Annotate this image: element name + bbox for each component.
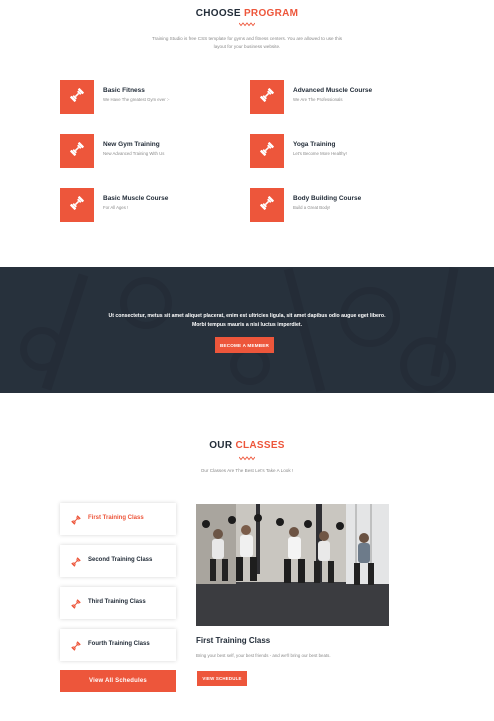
cta-banner: Ut consectetur, metus sit amet aliquet p…: [0, 267, 494, 393]
wave-divider-icon: [0, 456, 494, 461]
program-item-title: Yoga Training: [293, 141, 336, 148]
become-member-button[interactable]: BECOME A MEMBER: [215, 337, 274, 353]
dumbbell-icon: [68, 86, 86, 109]
dumbbell-icon: [258, 140, 276, 163]
program-item-title: Body Building Course: [293, 195, 362, 202]
program-item[interactable]: Basic Fitness We Have The greatest Gym ev…: [60, 80, 260, 114]
program-item-description: For All Ages !: [103, 205, 129, 210]
class-tab[interactable]: Fourth Training Class: [60, 629, 176, 661]
program-description: Training Studio is free CSS template for…: [151, 36, 343, 49]
view-all-schedules-button[interactable]: View All Schedules: [60, 670, 176, 692]
dumbbell-icon: [70, 555, 82, 573]
cta-overlay: [0, 267, 494, 393]
program-item-title: Basic Fitness: [103, 87, 145, 94]
program-item[interactable]: Body Building Course Build a Great Body!: [250, 188, 450, 222]
wave-divider-icon: [0, 22, 494, 27]
classes-title-accent: CLASSES: [235, 440, 285, 451]
class-tab-label: Second Training Class: [88, 557, 153, 563]
class-tab[interactable]: First Training Class: [60, 503, 176, 535]
cta-text: Ut consectetur, metus sit amet aliquet p…: [80, 312, 414, 329]
class-tab-label: Fourth Training Class: [88, 641, 150, 647]
class-tab[interactable]: Second Training Class: [60, 545, 176, 577]
classes-description: Our Classes Are The Best Let's Take A Lo…: [200, 468, 294, 473]
program-title-plain: CHOOSE: [195, 8, 241, 19]
dumbbell-icon: [70, 513, 82, 531]
class-tab[interactable]: Third Training Class: [60, 587, 176, 619]
program-icon-box: [250, 80, 284, 114]
classes-title-plain: OUR: [209, 440, 233, 451]
program-icon-box: [60, 188, 94, 222]
program-icon-box: [250, 188, 284, 222]
program-icon-box: [250, 134, 284, 168]
program-item[interactable]: Yoga Training Let's Become More Healthy!: [250, 134, 450, 168]
program-item-description: New Advanced Training With Us: [103, 151, 165, 156]
cta-line-1: Ut consectetur, metus sit amet aliquet p…: [108, 313, 386, 319]
program-item-title: New Gym Training: [103, 141, 160, 148]
class-detail-description: Bring your best self, your best friends …: [196, 653, 331, 658]
program-icon-box: [60, 80, 94, 114]
program-item[interactable]: New Gym Training New Advanced Training Wi…: [60, 134, 260, 168]
program-item-title: Advanced Muscle Course: [293, 87, 373, 94]
program-item-description: We Have The greatest Gym ever :-: [103, 97, 170, 102]
dumbbell-icon: [70, 597, 82, 615]
program-item-description: We Are The Professionals: [293, 97, 343, 102]
program-icon-box: [60, 134, 94, 168]
dumbbell-icon: [68, 140, 86, 163]
program-item[interactable]: Basic Muscle Course For All Ages !: [60, 188, 260, 222]
program-section-title: CHOOSE PROGRAM: [0, 8, 494, 19]
dumbbell-icon: [70, 639, 82, 657]
view-schedule-button[interactable]: VIEW SCHEDULE: [197, 671, 247, 686]
program-item-description: Let's Become More Healthy!: [293, 151, 347, 156]
class-detail-title: First Training Class: [196, 636, 271, 645]
dumbbell-icon: [68, 194, 86, 217]
class-photo: [196, 504, 389, 626]
dumbbell-icon: [258, 194, 276, 217]
cta-line-2: Morbi tempus mauris a nisi luctus imperd…: [191, 321, 303, 328]
program-item[interactable]: Advanced Muscle Course We Are The Profess…: [250, 80, 450, 114]
program-item-title: Basic Muscle Course: [103, 195, 169, 202]
dumbbell-icon: [258, 86, 276, 109]
program-title-accent: PROGRAM: [243, 8, 299, 19]
class-tab-label: First Training Class: [88, 515, 144, 521]
classes-section-title: OUR CLASSES: [0, 440, 494, 451]
program-item-description: Build a Great Body!: [293, 205, 331, 210]
class-tab-label: Third Training Class: [88, 599, 146, 605]
